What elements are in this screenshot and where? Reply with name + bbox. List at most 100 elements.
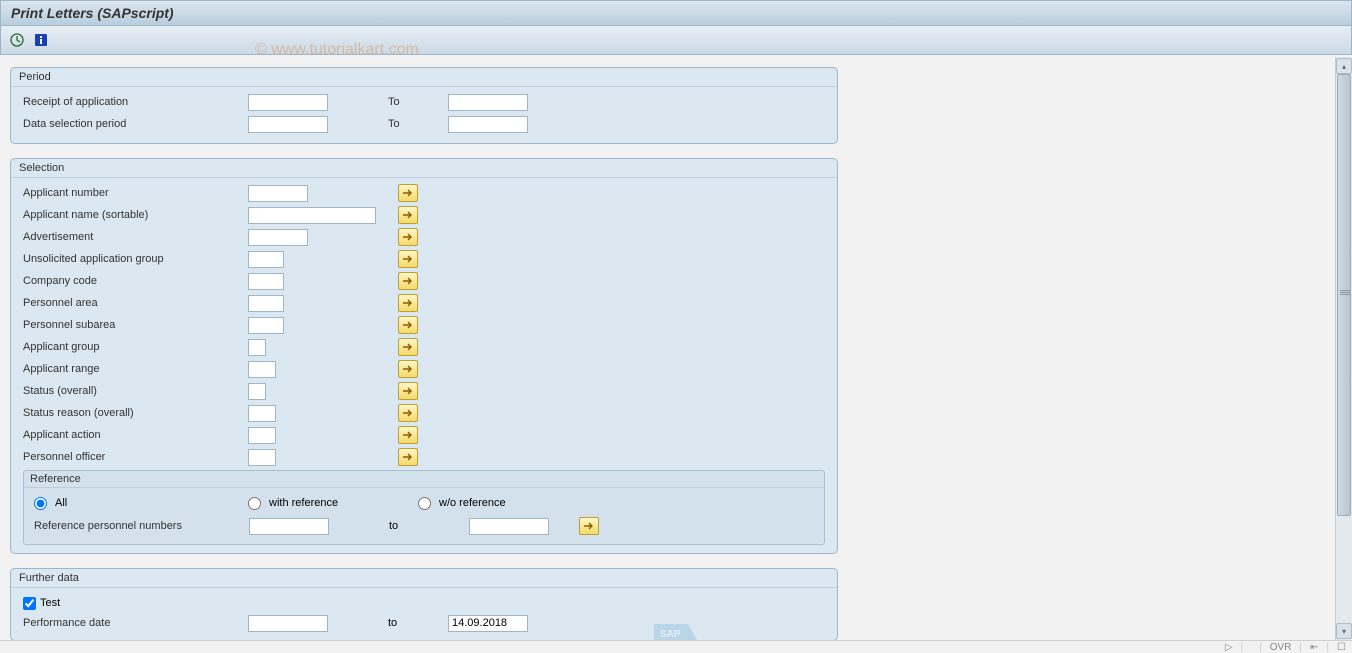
multiple-selection-button[interactable] (398, 184, 418, 202)
field-input[interactable] (248, 339, 266, 356)
input-ref-pernr-from[interactable] (249, 518, 329, 535)
field-input[interactable] (248, 229, 308, 246)
field-input[interactable] (248, 295, 284, 312)
execute-button[interactable] (7, 30, 27, 50)
radio-all-label: All (55, 497, 67, 509)
field-label: Status reason (overall) (23, 407, 248, 419)
multiple-selection-button[interactable] (398, 316, 418, 334)
input-data-sel-to[interactable] (448, 116, 528, 133)
status-bar: ▷ | | OVR | ⇤ | ☐ (0, 640, 1352, 653)
window-title-bar: Print Letters (SAPscript) (0, 0, 1352, 26)
radio-with-reference[interactable] (248, 497, 261, 510)
info-button[interactable] (31, 30, 51, 50)
field-input[interactable] (248, 383, 266, 400)
panel-selection: Selection Applicant number Applicant name… (10, 158, 838, 554)
field-label: Applicant name (sortable) (23, 209, 248, 221)
field-input[interactable] (248, 251, 284, 268)
selection-row: Personnel subarea (23, 314, 825, 336)
radio-all-group[interactable]: All (34, 497, 248, 510)
field-input[interactable] (248, 317, 284, 334)
radio-with-group[interactable]: with reference (248, 497, 418, 510)
field-label: Applicant group (23, 341, 248, 353)
selection-row: Applicant group (23, 336, 825, 358)
scroll-down-button[interactable]: ▾ (1336, 623, 1352, 639)
panel-period: Period Receipt of application To Data se… (10, 67, 838, 144)
selection-row: Status (overall) (23, 380, 825, 402)
checkbox-test[interactable] (23, 597, 36, 610)
field-input[interactable] (248, 185, 308, 202)
selection-row: Company code (23, 270, 825, 292)
vertical-scrollbar[interactable]: ▴ ▾ (1335, 57, 1352, 640)
selection-row: Personnel area (23, 292, 825, 314)
subpanel-reference: Reference All with reference (23, 470, 825, 545)
radio-without-group[interactable]: w/o reference (418, 497, 608, 510)
label-to: to (388, 617, 448, 629)
selection-row: Applicant name (sortable) (23, 204, 825, 226)
field-label: Applicant action (23, 429, 248, 441)
radio-without-label: w/o reference (439, 497, 506, 509)
field-input[interactable] (248, 405, 276, 422)
multiple-selection-button[interactable] (398, 294, 418, 312)
field-label: Advertisement (23, 231, 248, 243)
field-label: Applicant number (23, 187, 248, 199)
multiple-selection-button[interactable] (398, 426, 418, 444)
scroll-up-button[interactable]: ▴ (1336, 58, 1352, 74)
selection-row: Personnel officer (23, 446, 825, 468)
field-label: Personnel subarea (23, 319, 248, 331)
scroll-area: Period Receipt of application To Data se… (0, 57, 1336, 640)
selection-row: Unsolicited application group (23, 248, 825, 270)
input-receipt-to[interactable] (448, 94, 528, 111)
panel-further-data: Further data Test Performance date to (10, 568, 838, 640)
field-label: Company code (23, 275, 248, 287)
input-performance-date-from[interactable] (248, 615, 328, 632)
radio-without-reference[interactable] (418, 497, 431, 510)
status-menu-icon[interactable]: ☐ (1337, 642, 1346, 653)
multiple-selection-button[interactable] (398, 228, 418, 246)
label-reference-personnel-numbers: Reference personnel numbers (34, 520, 249, 532)
field-label: Personnel officer (23, 451, 248, 463)
label-data-selection-period: Data selection period (23, 118, 248, 130)
label-to: to (389, 520, 469, 532)
multiple-selection-button[interactable] (398, 404, 418, 422)
multiple-selection-button[interactable] (398, 448, 418, 466)
field-label: Personnel area (23, 297, 248, 309)
selection-row: Applicant number (23, 182, 825, 204)
field-input[interactable] (248, 449, 276, 466)
field-label: Unsolicited application group (23, 253, 248, 265)
multiple-selection-button[interactable] (398, 206, 418, 224)
input-data-sel-from[interactable] (248, 116, 328, 133)
radio-all[interactable] (34, 497, 47, 510)
selection-row: Status reason (overall) (23, 402, 825, 424)
multiple-selection-button[interactable] (579, 517, 599, 535)
content-area: Period Receipt of application To Data se… (0, 57, 1352, 640)
radio-with-label: with reference (269, 497, 338, 509)
multiple-selection-button[interactable] (398, 382, 418, 400)
input-performance-date-to[interactable] (448, 615, 528, 632)
selection-row: Applicant action (23, 424, 825, 446)
field-input[interactable] (248, 361, 276, 378)
field-label: Status (overall) (23, 385, 248, 397)
field-input[interactable] (248, 273, 284, 290)
status-triangle-icon[interactable]: ▷ (1225, 642, 1233, 653)
multiple-selection-button[interactable] (398, 272, 418, 290)
multiple-selection-button[interactable] (398, 338, 418, 356)
status-back-icon[interactable]: ⇤ (1310, 642, 1318, 653)
multiple-selection-button[interactable] (398, 360, 418, 378)
field-input[interactable] (248, 207, 376, 224)
selection-row: Advertisement (23, 226, 825, 248)
selection-row: Applicant range (23, 358, 825, 380)
panel-period-title: Period (11, 68, 837, 87)
toolbar (0, 26, 1352, 55)
page-title: Print Letters (SAPscript) (11, 5, 174, 21)
label-performance-date: Performance date (23, 617, 248, 629)
subpanel-reference-title: Reference (24, 471, 824, 488)
input-receipt-from[interactable] (248, 94, 328, 111)
multiple-selection-button[interactable] (398, 250, 418, 268)
panel-selection-title: Selection (11, 159, 837, 178)
input-ref-pernr-to[interactable] (469, 518, 549, 535)
label-to: To (388, 118, 448, 130)
label-receipt-of-application: Receipt of application (23, 96, 248, 108)
status-ovr: OVR (1270, 642, 1292, 653)
field-label: Applicant range (23, 363, 248, 375)
field-input[interactable] (248, 427, 276, 444)
